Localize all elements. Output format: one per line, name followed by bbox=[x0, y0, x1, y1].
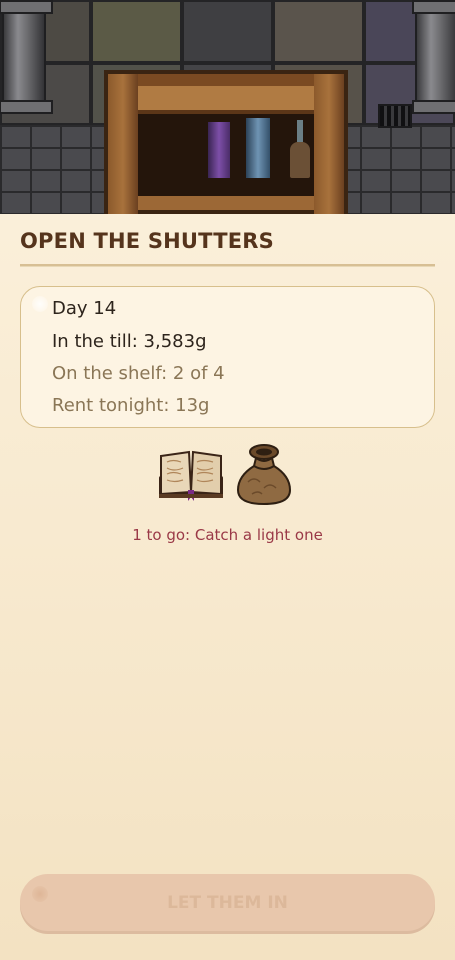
window-grate bbox=[378, 104, 412, 128]
button-glint bbox=[32, 886, 48, 902]
let-them-in-button[interactable]: LET THEM IN bbox=[20, 874, 435, 931]
purple-book-icon bbox=[208, 122, 230, 178]
card-glint bbox=[32, 296, 48, 312]
sack-icon bbox=[236, 444, 292, 506]
rent-due: Rent tonight: 13g bbox=[52, 395, 210, 416]
shop-scene bbox=[0, 0, 455, 214]
potion-bottle-icon bbox=[290, 120, 310, 178]
goal-text: 1 to go: Catch a light one bbox=[132, 526, 323, 544]
stone-pillar-left bbox=[0, 0, 53, 114]
page-title: OPEN THE SHUTTERS bbox=[20, 229, 274, 253]
spellbook-icon bbox=[159, 450, 223, 501]
shelf-count: On the shelf: 2 of 4 bbox=[52, 363, 225, 384]
wooden-shelf bbox=[104, 70, 348, 214]
till-amount: In the till: 3,583g bbox=[52, 331, 207, 352]
title-divider bbox=[20, 264, 435, 267]
day-counter: Day 14 bbox=[52, 298, 117, 319]
blue-book-icon bbox=[246, 118, 270, 178]
stone-pillar-right bbox=[412, 0, 455, 114]
